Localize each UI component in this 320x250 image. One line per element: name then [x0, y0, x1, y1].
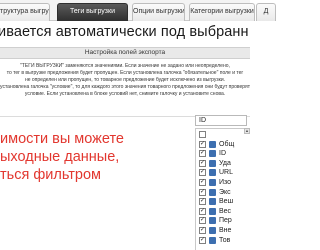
scroll-up-icon[interactable]: ▲ [244, 128, 250, 134]
field-checkbox[interactable]: ✓ [199, 188, 206, 196]
page-headline: ивается автоматически под выбранн [0, 24, 249, 40]
tab-structure[interactable]: Структура выгрузки [0, 3, 50, 21]
field-row[interactable] [196, 130, 251, 139]
field-type-icon [209, 159, 216, 167]
field-label: Тов [219, 236, 231, 244]
info-line: "ТЕГИ ВЫГРУЗКИ" заменяются значениями. Е… [20, 63, 230, 69]
field-row[interactable]: ✓ ID [196, 149, 251, 158]
field-label: Общ [219, 140, 235, 148]
field-checkbox[interactable]: ✓ [199, 198, 206, 206]
field-checkbox[interactable]: ✓ [199, 150, 206, 158]
field-checkbox[interactable]: ✓ [199, 227, 206, 234]
field-type-icon [209, 217, 216, 225]
info-text: "ТЕГИ ВЫГРУЗКИ" заменяются значениями. Е… [0, 63, 250, 115]
overlay-line: ыходные данные, [0, 149, 120, 165]
field-row[interactable]: ✓ Общ [196, 140, 251, 149]
field-type-icon [209, 236, 216, 244]
field-row[interactable]: ✓ Вес [196, 207, 251, 216]
field-type-icon [209, 207, 216, 215]
field-label: Экс [219, 188, 231, 196]
field-label: Вес [219, 207, 232, 215]
field-type-icon [209, 150, 216, 158]
tab-categories[interactable]: Категории выгрузки [189, 3, 255, 21]
info-line: не определен или пропущен, то товарное п… [24, 77, 226, 83]
field-filter-input[interactable]: ID [195, 115, 247, 126]
field-label: Вне [219, 227, 232, 234]
field-type-icon [209, 179, 216, 186]
field-label: ID [219, 150, 226, 158]
info-line: установлена галочка "условие", то для ка… [0, 84, 250, 90]
field-type-icon [209, 198, 216, 206]
field-row[interactable]: ✓ Изо [196, 178, 251, 187]
field-label: Изо [219, 179, 232, 186]
tab-options[interactable]: Опции выгрузки [132, 3, 185, 21]
tab-more[interactable]: Д [256, 3, 276, 21]
tab-tags[interactable]: Теги выгрузки [57, 3, 128, 21]
field-type-icon [209, 140, 216, 148]
field-checkbox[interactable]: ✓ [199, 159, 206, 167]
tab-bar: Структура выгрузки Теги выгрузки Опции в… [0, 0, 276, 21]
field-type-icon [209, 188, 216, 196]
field-checkbox[interactable]: ✓ [199, 169, 206, 177]
overlay-caption: имости вы можете ыходные данные, ться фи… [0, 130, 200, 184]
info-line: условие. Если установлена в блоке услови… [24, 91, 226, 97]
field-row[interactable]: ✓ Веш [196, 197, 251, 206]
field-row[interactable]: ✓ Экс [196, 188, 251, 197]
field-label: URL [219, 169, 234, 177]
field-row[interactable]: ✓ URL [196, 168, 251, 177]
field-row[interactable]: ✓ Уда [196, 159, 251, 168]
field-row[interactable]: ✓ Пер [196, 216, 251, 225]
info-line: то тег в выгрузке предложения будет проп… [6, 70, 244, 76]
field-row[interactable]: ✓ Вне [196, 226, 251, 235]
field-checkbox[interactable] [199, 131, 206, 138]
field-list: ✓ Общ ✓ ID ✓ Уда ✓ URL ✓ Изо ✓ Экс ✓ Веш ✓ Вес ✓ Пер ✓ Вне ✓… [195, 128, 250, 250]
field-label: Пер [219, 217, 232, 225]
field-label: Веш [219, 198, 234, 206]
field-checkbox[interactable]: ✓ [199, 140, 206, 148]
field-label: Уда [219, 159, 231, 167]
field-checkbox[interactable]: ✓ [199, 236, 206, 244]
field-type-icon [209, 169, 216, 177]
field-checkbox[interactable]: ✓ [199, 217, 206, 225]
export-fields-settings-title: Настройка полей экспорта [0, 47, 250, 59]
field-type-icon [209, 227, 216, 234]
field-checkbox[interactable]: ✓ [199, 207, 206, 215]
field-checkbox[interactable]: ✓ [199, 179, 206, 186]
overlay-line: ться фильтром [0, 167, 101, 183]
overlay-line: имости вы можете [0, 131, 125, 147]
field-row[interactable]: ✓ Тов [196, 236, 251, 245]
